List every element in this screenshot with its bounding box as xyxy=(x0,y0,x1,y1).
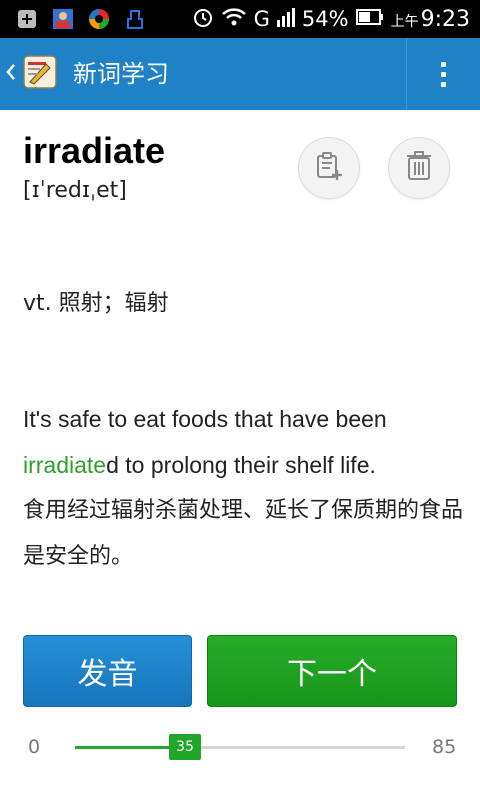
word-definition: vt. 照射；辐射 xyxy=(23,291,169,316)
battery-level: 54% xyxy=(301,7,349,31)
add-to-wordbook-button[interactable] xyxy=(298,137,360,199)
menu-dot-icon xyxy=(441,81,446,87)
progress-min-label: 0 xyxy=(28,736,41,758)
progress-thumb[interactable]: 35 xyxy=(169,734,202,760)
chevron-left-icon xyxy=(6,63,16,85)
network-type: G xyxy=(253,7,270,31)
example-translation: 食用经过辐射杀菌处理、延长了保质期的食品是安全的。 xyxy=(23,498,464,569)
delete-word-button[interactable] xyxy=(388,137,450,199)
page-title: 新词学习 xyxy=(73,60,169,88)
example-highlighted-word: irradiate xyxy=(23,452,107,478)
back-button[interactable] xyxy=(0,38,70,110)
app-icon xyxy=(88,8,110,30)
overflow-menu-button[interactable] xyxy=(407,38,480,110)
example-text-after: d to prolong their shelf life. xyxy=(106,452,376,478)
wifi-icon xyxy=(221,6,247,33)
add-to-list-icon xyxy=(314,151,344,185)
clock: 上午9:23 xyxy=(390,6,470,32)
progress-max-label: 85 xyxy=(432,736,457,758)
action-bar: 新词学习 xyxy=(0,38,480,110)
system-status: G 54% 上午9:23 xyxy=(192,0,470,38)
phonetic-transcription: [ɪˈredɪˌet] xyxy=(23,178,127,203)
menu-dot-icon xyxy=(441,71,446,77)
usb-icon xyxy=(124,8,146,30)
alarm-icon xyxy=(192,6,214,33)
plus-square-icon xyxy=(16,8,38,30)
example-text-before: It's safe to eat foods that have been xyxy=(23,406,387,432)
pronounce-button[interactable]: 发音 xyxy=(23,635,192,707)
menu-dot-icon xyxy=(441,61,446,67)
battery-icon xyxy=(355,7,384,32)
next-word-button[interactable]: 下一个 xyxy=(207,635,457,707)
progress-track[interactable] xyxy=(75,746,405,749)
signal-icon xyxy=(276,6,295,33)
contacts-icon xyxy=(52,8,74,30)
notification-icons xyxy=(16,8,146,30)
notebook-app-icon xyxy=(22,54,58,94)
trash-icon xyxy=(406,151,432,185)
word-title: irradiate xyxy=(23,130,166,171)
example-sentence: It's safe to eat foods that have been ir… xyxy=(23,396,463,488)
status-bar: G 54% 上午9:23 xyxy=(0,0,480,38)
